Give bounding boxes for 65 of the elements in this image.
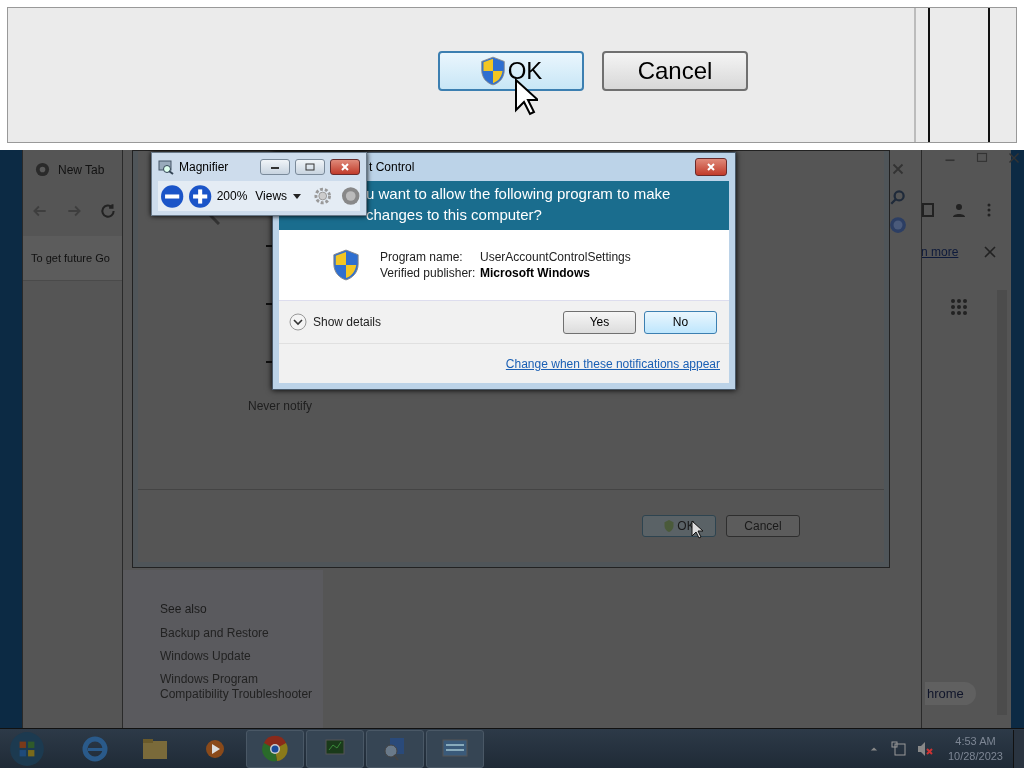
notifications-link[interactable]: Change when these notifications appear — [505, 356, 720, 371]
yes-button[interactable]: Yes — [563, 310, 636, 334]
tray-arrow-icon[interactable] — [869, 746, 878, 752]
cursor-icon — [514, 78, 538, 116]
see-also-link[interactable]: Windows Program Compatibility Troubleshooter — [160, 672, 320, 702]
help-icon[interactable] — [889, 216, 907, 234]
magnifier-icon — [158, 159, 174, 175]
close-icon — [706, 162, 716, 172]
muted-speaker-icon[interactable] — [915, 740, 934, 758]
caret-icon — [293, 193, 302, 199]
taskbar-button[interactable] — [306, 730, 364, 768]
browser-logo-icon — [260, 734, 290, 764]
help-icon[interactable] — [340, 186, 360, 206]
learn-more-link[interactable]: n more — [921, 245, 959, 259]
minimize-icon — [270, 164, 280, 170]
maximize-button[interactable] — [295, 159, 325, 175]
close-button[interactable] — [330, 159, 360, 175]
customize-chrome-button[interactable]: hrome — [925, 682, 976, 705]
start-button[interactable] — [8, 730, 46, 768]
dialog-heading: u want to allow the following program to make changes to this computer? — [366, 184, 672, 225]
network-icon[interactable] — [889, 740, 908, 758]
zoom-level: 200% — [216, 189, 248, 203]
zoom-in-icon[interactable] — [188, 183, 213, 209]
chevron-down-icon — [289, 313, 307, 331]
infobar-text: To get future Go — [31, 252, 110, 264]
close-icon — [340, 162, 350, 172]
apps-grid-icon[interactable] — [950, 298, 968, 316]
shield-icon — [332, 249, 360, 281]
browser-logo-icon — [35, 162, 50, 177]
minimize-button[interactable] — [260, 159, 290, 175]
clock-time: 4:53 AM — [955, 734, 996, 749]
settings-icon[interactable] — [313, 186, 333, 206]
see-also-link[interactable]: Windows Update — [160, 649, 320, 664]
ok-button[interactable]: OK — [438, 51, 584, 91]
zoom-out-icon[interactable] — [160, 183, 185, 209]
see-also-heading: See also — [160, 602, 208, 616]
field-label: Verified publisher: — [380, 266, 477, 280]
field-label: Program name: — [380, 250, 464, 264]
cancel-button[interactable]: Cancel — [602, 51, 748, 91]
field-value: UserAccountControlSettings — [480, 250, 631, 264]
show-desktop-button[interactable] — [1013, 730, 1024, 768]
shield-icon — [479, 56, 506, 86]
maximize-icon — [305, 163, 315, 171]
taskbar-button[interactable] — [426, 730, 484, 768]
close-button[interactable] — [695, 158, 727, 176]
shield-icon — [663, 519, 676, 533]
taskbar-button[interactable] — [246, 730, 304, 768]
no-button[interactable]: No — [644, 310, 717, 334]
browser-e-icon — [80, 734, 110, 764]
slider-thumb-icon — [208, 213, 220, 225]
taskbar-button[interactable] — [366, 730, 424, 768]
views-dropdown[interactable]: Views — [251, 189, 306, 203]
show-details-button[interactable]: Show details — [289, 313, 382, 331]
cancel-button[interactable]: Cancel — [726, 515, 800, 537]
search-icon[interactable] — [889, 188, 907, 206]
window-title: Magnifier — [179, 160, 229, 174]
dialog-title: t Control — [369, 160, 416, 174]
close-icon[interactable] — [982, 244, 999, 260]
profile-icon[interactable] — [951, 202, 967, 218]
reload-icon[interactable] — [99, 202, 117, 220]
see-also-link[interactable]: Backup and Restore — [160, 626, 320, 641]
side-panel-icon[interactable] — [921, 202, 937, 218]
browser-tab[interactable]: New Tab — [35, 162, 105, 177]
field-value: Microsoft Windows — [480, 266, 590, 280]
clock-date: 10/28/2023 — [947, 749, 1003, 764]
